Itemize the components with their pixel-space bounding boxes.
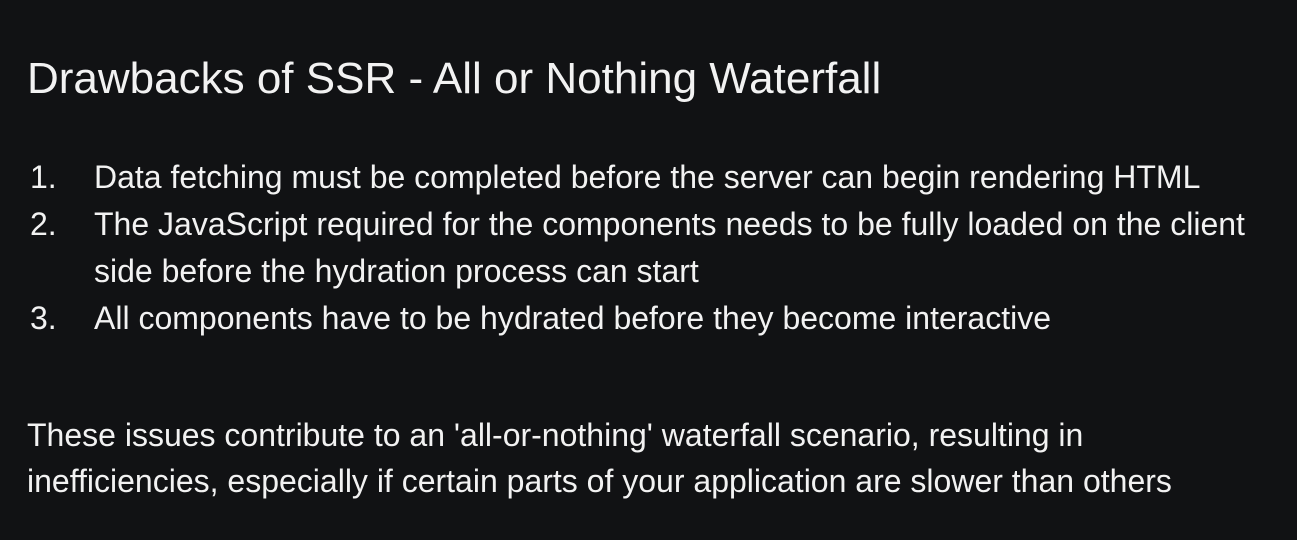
drawbacks-list: 1. Data fetching must be completed befor… bbox=[30, 154, 1260, 342]
list-item-text: Data fetching must be completed before t… bbox=[94, 159, 1201, 195]
list-item: 2. The JavaScript required for the compo… bbox=[30, 201, 1260, 295]
list-item-text: All components have to be hydrated befor… bbox=[94, 300, 1052, 336]
slide: Drawbacks of SSR - All or Nothing Waterf… bbox=[0, 0, 1297, 540]
slide-title: Drawbacks of SSR - All or Nothing Waterf… bbox=[27, 54, 882, 103]
list-item: 3. All components have to be hydrated be… bbox=[30, 295, 1260, 342]
list-item-number: 3. bbox=[30, 300, 57, 336]
list-item-number: 1. bbox=[30, 159, 57, 195]
list-item-number: 2. bbox=[30, 206, 57, 242]
summary-paragraph: These issues contribute to an 'all-or-no… bbox=[27, 417, 1172, 499]
list-item: 1. Data fetching must be completed befor… bbox=[30, 154, 1260, 201]
list-item-text: The JavaScript required for the componen… bbox=[94, 206, 1245, 289]
